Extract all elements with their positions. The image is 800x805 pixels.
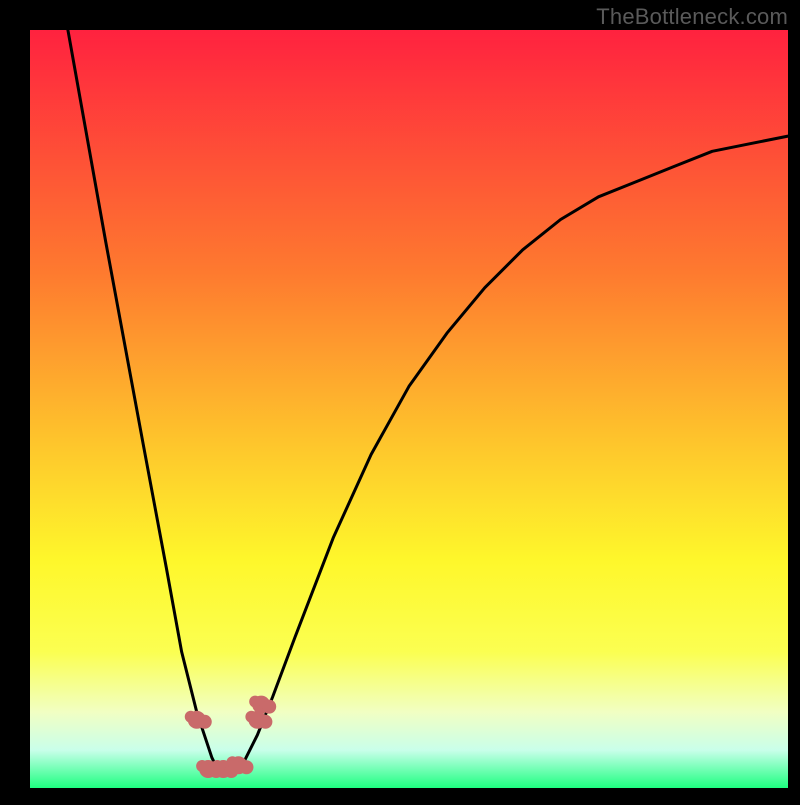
watermark-text: TheBottleneck.com <box>596 4 788 30</box>
chart-svg <box>0 0 800 800</box>
chart-background <box>30 30 788 788</box>
chart-frame: TheBottleneck.com <box>0 0 800 800</box>
